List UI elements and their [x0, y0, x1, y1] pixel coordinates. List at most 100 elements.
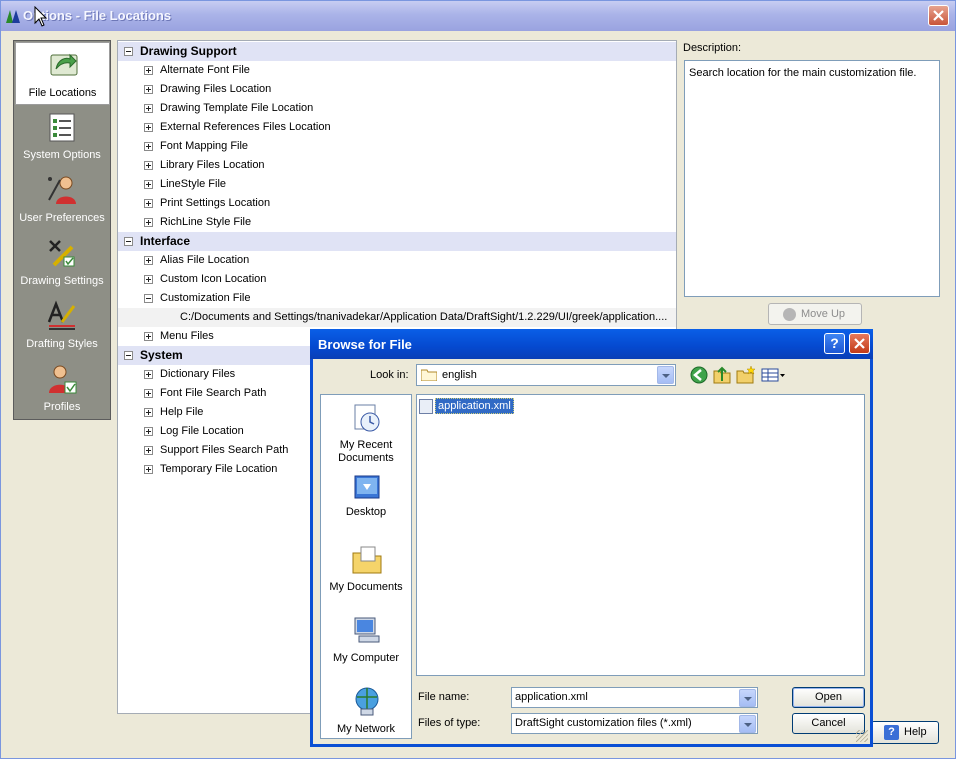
tree-item-label: External References Files Location [160, 121, 331, 133]
tree-item-label: Alternate Font File [160, 64, 250, 76]
file-list[interactable]: application.xml [416, 394, 865, 676]
tree-item[interactable]: Alternate Font File [118, 61, 676, 80]
tree-item-label: LineStyle File [160, 178, 227, 190]
expand-icon[interactable] [144, 256, 153, 265]
expand-icon[interactable] [144, 427, 153, 436]
tree-item[interactable]: RichLine Style File [118, 213, 676, 232]
customization-file-path-row[interactable]: C:/Documents and Settings/tnanivadekar/A… [118, 308, 676, 327]
cancel-button[interactable]: Cancel [792, 713, 865, 734]
place-label: My Computer [332, 652, 400, 664]
tree-item-label: Font Mapping File [160, 140, 249, 152]
tree-item-label: RichLine Style File [160, 216, 252, 228]
description-box: Search location for the main customizati… [684, 60, 940, 297]
tree-item[interactable]: Library Files Location [118, 156, 676, 175]
expand-icon[interactable] [144, 332, 153, 341]
tree-category-label: Drawing Support [140, 44, 237, 58]
open-button[interactable]: Open [792, 687, 865, 708]
chevron-down-icon[interactable] [657, 366, 674, 384]
nav-item-system-options[interactable]: System Options [14, 105, 110, 168]
new-folder-icon[interactable] [736, 365, 756, 385]
collapse-icon[interactable] [124, 47, 133, 56]
tree-item-label: Font File Search Path [160, 387, 267, 399]
my-computer-icon [354, 617, 380, 643]
expand-icon[interactable] [144, 370, 153, 379]
tree-item[interactable]: External References Files Location [118, 118, 676, 137]
draftsight-app-icon [6, 10, 20, 23]
tree-item[interactable]: Customization File [118, 289, 676, 308]
tree-category-interface[interactable]: Interface [118, 232, 676, 251]
my-documents-icon [352, 546, 382, 574]
look-in-value: english [442, 369, 477, 381]
file-name-combo[interactable]: application.xml [511, 687, 758, 708]
expand-icon[interactable] [144, 408, 153, 417]
my-network-icon [355, 687, 379, 716]
dialog-close-button[interactable] [849, 333, 870, 354]
expand-icon[interactable] [144, 123, 153, 132]
tree-item-label: Log File Location [160, 425, 244, 437]
expand-icon[interactable] [144, 446, 153, 455]
recent-documents-icon [354, 404, 380, 432]
expand-icon[interactable] [144, 85, 153, 94]
tree-item-label: Alias File Location [160, 254, 250, 266]
file-type-combo[interactable]: DraftSight customization files (*.xml) [511, 713, 758, 734]
collapse-icon[interactable] [124, 237, 133, 246]
dialog-title-bar[interactable]: Browse for File ? [310, 329, 873, 359]
tree-item-label: Customization File [160, 292, 251, 304]
expand-icon[interactable] [144, 389, 153, 398]
up-folder-icon[interactable] [712, 365, 732, 385]
look-in-dropdown[interactable]: english [416, 364, 676, 386]
place-label: My Network [336, 723, 396, 735]
tree-item[interactable]: Drawing Template File Location [118, 99, 676, 118]
tree-item[interactable]: LineStyle File [118, 175, 676, 194]
resize-grip[interactable] [856, 730, 868, 742]
user-preferences-icon [48, 176, 76, 204]
tree-item-label: Custom Icon Location [160, 273, 267, 285]
expand-icon[interactable] [144, 66, 153, 75]
expand-icon[interactable] [144, 161, 153, 170]
tree-item[interactable]: Print Settings Location [118, 194, 676, 213]
window-close-button[interactable] [928, 5, 949, 26]
expand-icon[interactable] [144, 275, 153, 284]
expand-icon[interactable] [144, 104, 153, 113]
dialog-help-button[interactable]: ? [824, 333, 845, 354]
expand-icon[interactable] [144, 465, 153, 474]
nav-item-profiles[interactable]: Profiles [14, 357, 110, 420]
help-button[interactable]: ? Help [871, 721, 939, 744]
tree-item-label: Menu Files [160, 330, 214, 342]
expand-icon[interactable] [144, 199, 153, 208]
tree-item-label: Dictionary Files [160, 368, 236, 380]
move-up-button[interactable]: Move Up [768, 303, 862, 325]
nav-item-label: User Preferences [19, 212, 105, 224]
arrow-up-icon [783, 308, 796, 321]
file-type-label: Files of type: [418, 717, 481, 729]
tree-category-drawing-support[interactable]: Drawing Support [118, 42, 676, 61]
tree-category-label: Interface [140, 234, 191, 248]
tree-item[interactable]: Drawing Files Location [118, 80, 676, 99]
drafting-styles-icon [47, 300, 76, 330]
view-menu-icon[interactable] [760, 365, 786, 385]
tree-category-label: System [140, 348, 183, 362]
place-label: My Recent Documents [338, 439, 394, 464]
expand-icon[interactable] [144, 218, 153, 227]
title-bar[interactable]: Options - File Locations [1, 1, 955, 31]
tree-item-label: Drawing Files Location [160, 83, 272, 95]
collapse-icon[interactable] [124, 351, 133, 360]
back-icon[interactable] [689, 365, 709, 385]
chevron-down-icon[interactable] [739, 715, 756, 733]
expand-icon[interactable] [144, 180, 153, 189]
nav-item-drawing-settings[interactable]: Drawing Settings [14, 231, 110, 294]
nav-item-label: System Options [23, 149, 101, 161]
close-icon [854, 338, 865, 349]
options-window: Options - File Locations File Locations … [0, 0, 956, 759]
tree-item[interactable]: Alias File Location [118, 251, 676, 270]
place-label: My Documents [329, 581, 403, 593]
expand-icon[interactable] [144, 142, 153, 151]
nav-item-file-locations[interactable]: File Locations [15, 42, 110, 105]
chevron-down-icon[interactable] [739, 689, 756, 707]
nav-item-user-preferences[interactable]: User Preferences [14, 168, 110, 231]
nav-item-drafting-styles[interactable]: Drafting Styles [14, 294, 110, 357]
tree-item[interactable]: Font Mapping File [118, 137, 676, 156]
tree-item[interactable]: Custom Icon Location [118, 270, 676, 289]
collapse-icon[interactable] [144, 294, 153, 303]
file-item-name: application.xml [435, 398, 514, 414]
